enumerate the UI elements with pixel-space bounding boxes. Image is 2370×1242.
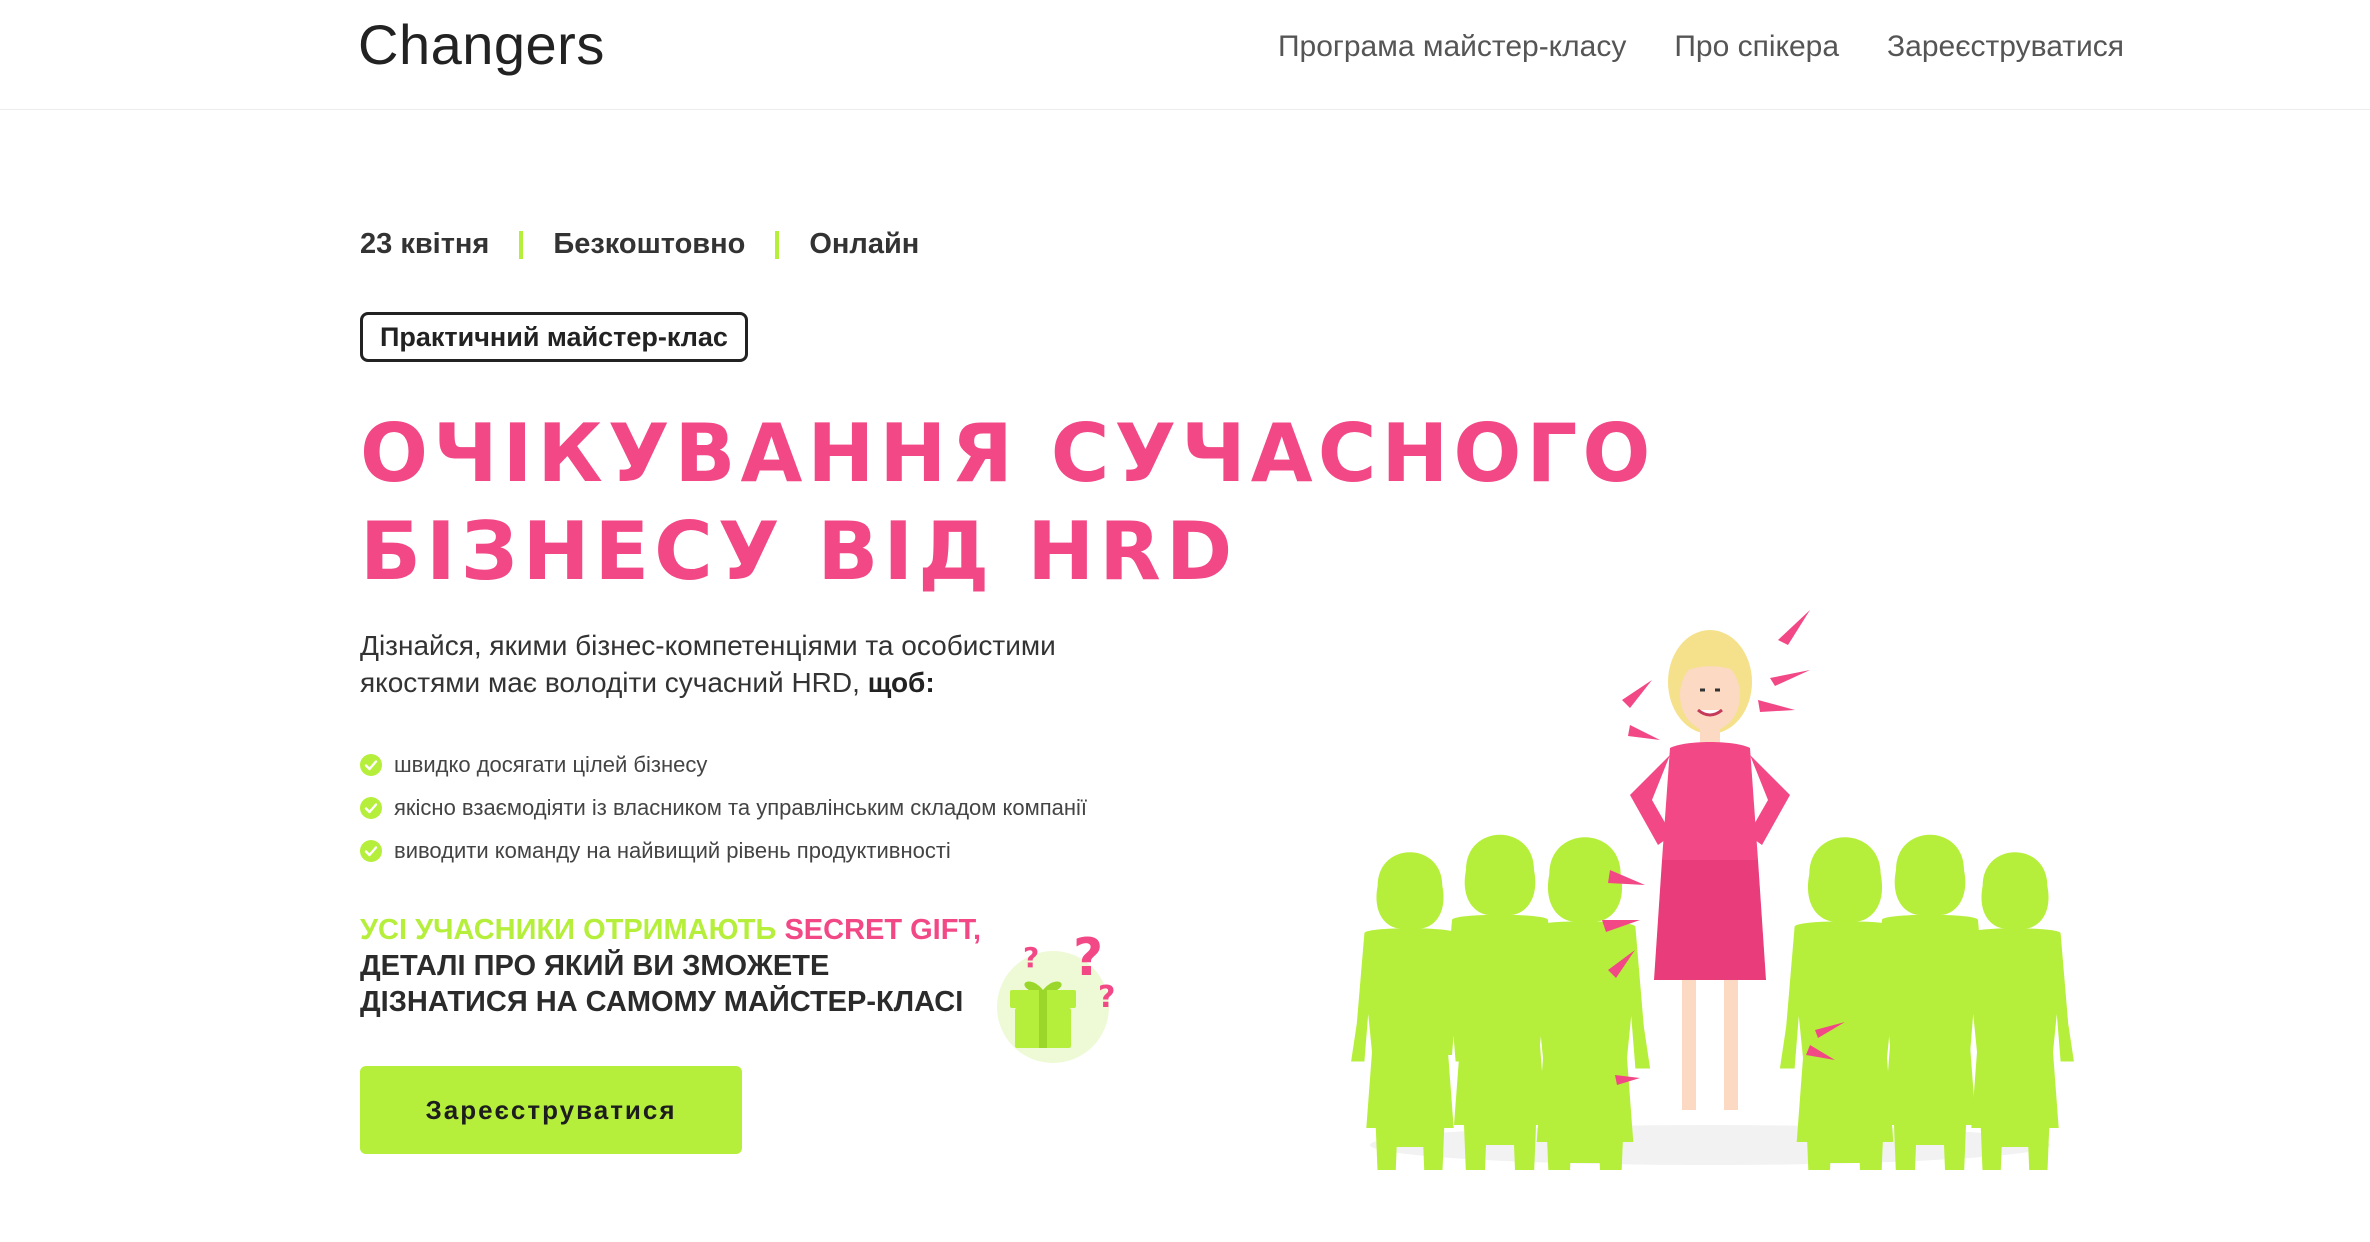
gift-line-3: дізнатися на самому майстер-класі: [360, 986, 964, 1018]
list-item-text: якісно взаємодіяти із власником та управ…: [394, 794, 1088, 820]
nav-register-link[interactable]: Зареєструватися: [1887, 30, 2124, 64]
gift-icon: ? ? ?: [995, 928, 1130, 1070]
lead-body: Дізнайся, якими бізнес-компетенціями та …: [360, 630, 1056, 698]
list-item-text: виводити команду на найвищий рівень прод…: [394, 837, 951, 863]
meta-divider: [775, 230, 780, 259]
nav-speaker-link[interactable]: Про спікера: [1674, 30, 1839, 64]
hrd-illustration: [1340, 590, 2080, 1242]
logo[interactable]: Changers: [358, 12, 605, 77]
list-item: якісно взаємодіяти із власником та управ…: [360, 786, 1087, 829]
register-button[interactable]: Зареєструватися: [360, 1066, 742, 1154]
page-title: Очікування сучасного бізнесу від HRD: [360, 405, 1656, 601]
lead-bold: щоб:: [867, 667, 935, 698]
gift-line-1: Усі учасники отримають Secret gift,: [360, 912, 981, 948]
benefits-list: швидко досягати цілей бізнесу якісно вза…: [360, 743, 1087, 872]
title-line-1: Очікування сучасного: [360, 407, 1656, 500]
list-item: виводити команду на найвищий рівень прод…: [360, 829, 1087, 872]
title-line-2: бізнесу від HRD: [360, 505, 1238, 598]
check-icon: [360, 753, 382, 776]
main-nav: Програма майстер-класу Про спікера Зареє…: [1278, 30, 2124, 64]
nav-program-link[interactable]: Програма майстер-класу: [1278, 30, 1626, 64]
check-icon: [360, 839, 382, 862]
event-date: 23 квітня: [360, 228, 490, 260]
svg-text:?: ?: [1098, 980, 1115, 1015]
secret-gift-text: Усі учасники отримають Secret gift, дета…: [360, 912, 981, 1020]
event-meta: 23 квітня Безкоштовно Онлайн: [360, 228, 919, 261]
lead-text: Дізнайся, якими бізнес-компетенціями та …: [360, 627, 1180, 701]
site-header: Changers Програма майстер-класу Про спік…: [0, 0, 2370, 110]
event-type-badge: Практичний майстер-клас: [360, 312, 748, 362]
gift-line-2: деталі про який ви зможете: [360, 950, 830, 982]
svg-text:?: ?: [1023, 941, 1039, 974]
event-format: Онлайн: [809, 228, 920, 260]
gift-highlight-green: Усі учасники отримають: [360, 914, 777, 946]
event-price: Безкоштовно: [553, 228, 746, 260]
meta-divider: [519, 230, 524, 259]
list-item-text: швидко досягати цілей бізнесу: [394, 751, 708, 777]
check-icon: [360, 796, 382, 819]
main-character: [1630, 630, 1790, 1110]
gift-highlight-pink: Secret gift,: [784, 914, 982, 946]
list-item: швидко досягати цілей бізнесу: [360, 743, 1087, 786]
